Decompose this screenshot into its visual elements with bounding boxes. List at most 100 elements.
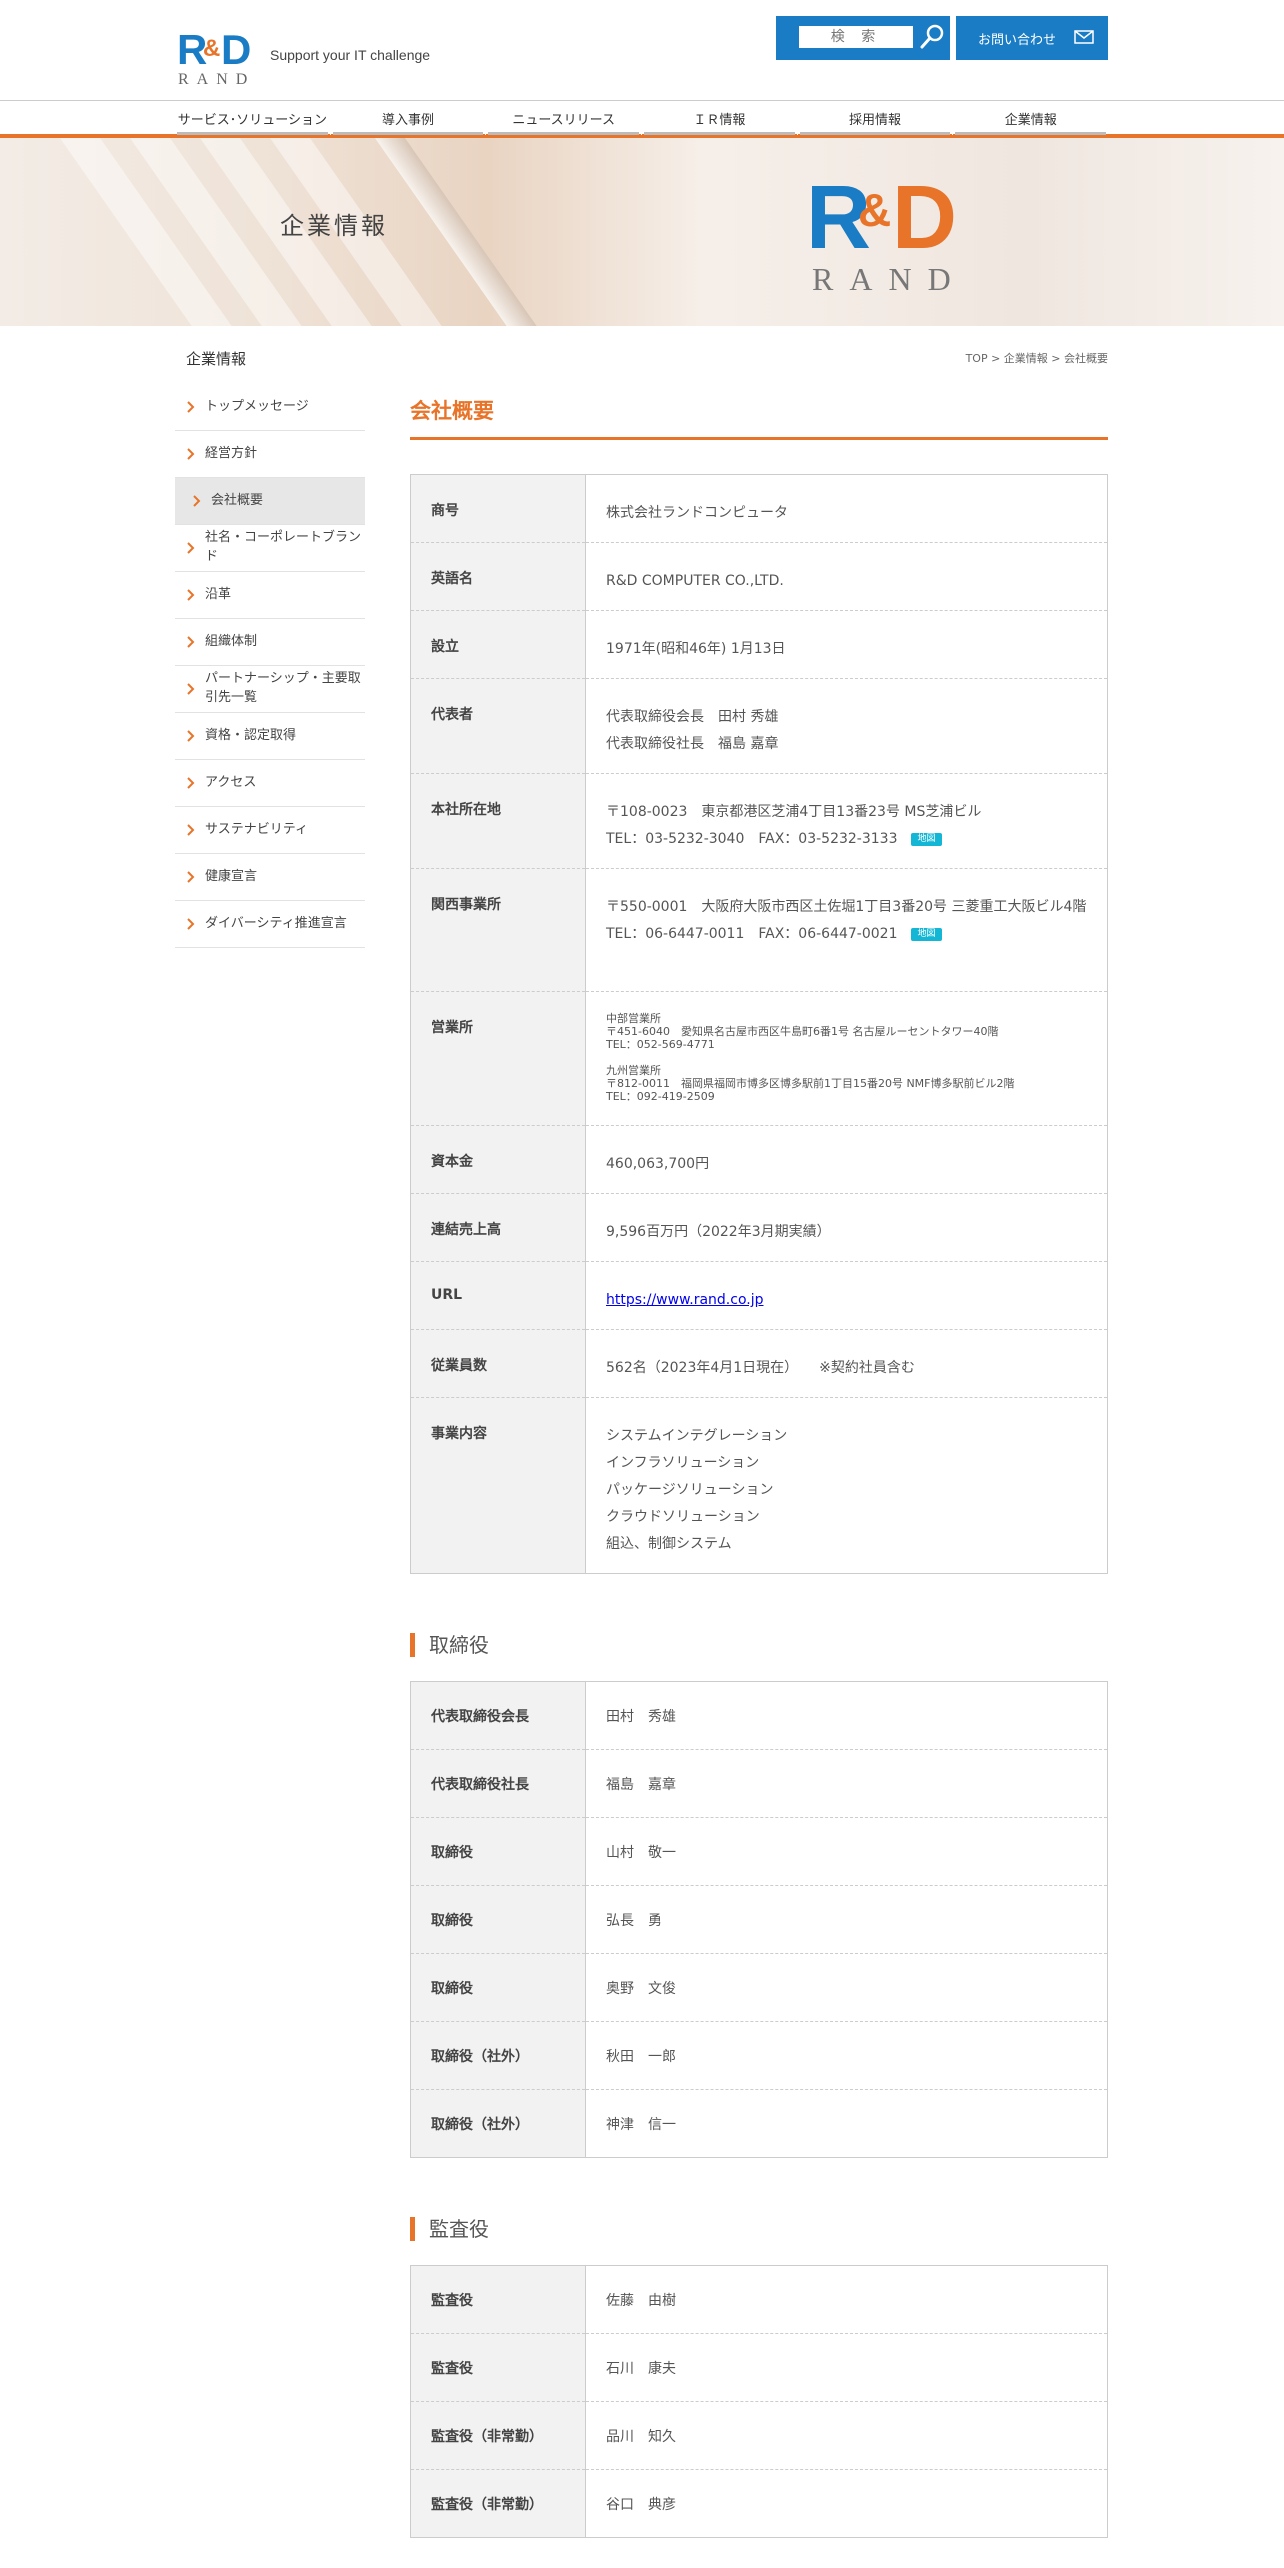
contact-button[interactable]: お問い合わせ [956,16,1108,60]
sidebar-nav: トップメッセージ経営方針会社概要社名・コーポレートブランド 沿革 組織体制 パートナー… [175,384,365,948]
officer-name: 神津 信一 [606,2116,676,2133]
overview-value-line: 562名（2023年4月1日現在） ※契約社員含む [606,1360,915,1376]
sidebar-item-label: 資格・認定取得 [205,727,297,743]
sidebar-item-label: サステナビリティ [205,821,308,837]
sidebar-item-label: トップメッセージ [205,398,309,414]
auditors-row: 監査役 石川 康夫 [410,2333,1108,2402]
chevron-right-icon [187,730,195,742]
page-banner: 企業情報 R & D RAND [0,138,1284,326]
svg-text:RAND: RAND [178,71,255,88]
overview-value-line: 〒108-0023 東京都港区芝浦4丁目13番23号 MS芝浦ビル [606,804,982,820]
sidebar-item[interactable]: ダイバーシティ推進宣言 [175,901,365,948]
overview-label: 本社所在地 [410,773,586,869]
overview-value: 1971年(昭和46年) 1月13日 [585,610,1108,679]
nav-item-case-studies[interactable]: 導入事例 [329,101,486,135]
nav-item-recruit[interactable]: 採用情報 [796,101,953,135]
sidebar-item[interactable]: 資格・認定取得 [175,713,365,760]
sidebar-item[interactable]: 組織体制 [175,619,365,666]
officer-role: 代表取締役会長 [410,1681,586,1750]
auditors-row: 監査役（非常勤） 品川 知久 [410,2401,1108,2470]
global-nav: サービス･ソリューション 導入事例 ニュースリリース ＩＲ情報 採用情報 企業情… [0,100,1284,138]
overview-value: システムインテグレーション インフラソリューション パッケージソリューション クラウド… [586,1398,1108,1574]
nav-item-company[interactable]: 企業情報 [952,101,1108,135]
svg-text:D: D [892,168,957,268]
overview-row: 英語名 R&D COMPUTER CO.,LTD. [410,542,1108,611]
map-link[interactable]: 地図 [911,927,942,941]
page-title: 会社概要 [410,390,1108,440]
nav-item-news[interactable]: ニュースリリース [485,101,641,135]
search-input[interactable] [799,26,913,48]
overview-value-line: 〒451-6040 愛知県名古屋市西区牛島町6番1号 名古屋ルーセントタワー40… [606,1025,999,1038]
sidebar-item-label: 会社概要 [211,492,264,508]
overview-value-line: クラウドソリューション [606,1509,760,1525]
overview-value-line: 1971年(昭和46年) 1月13日 [606,641,786,657]
sidebar-item[interactable]: 会社概要 [175,478,365,525]
officer-role: 監査役 [410,2333,586,2402]
nav-item-services[interactable]: サービス･ソリューション [175,101,330,135]
company-overview-table: 商号 株式会社ランドコンピュータ 英語名 R&D COMPUTER CO.,LTD. 設… [410,474,1108,1574]
nav-item-ir[interactable]: ＩＲ情報 [641,101,797,135]
svg-text:&: & [858,184,891,236]
overview-value-line: 中部営業所 [606,1012,661,1025]
sidebar-item[interactable]: 経営方針 [175,431,365,478]
overview-row: 本社所在地 〒108-0023 東京都港区芝浦4丁目13番23号 MS芝浦ビル TE… [410,773,1108,869]
sidebar-item[interactable]: トップメッセージ [175,384,365,431]
search-icon[interactable] [917,22,947,52]
overview-label: 代表者 [410,678,586,774]
overview-value-line: 460,063,700円 [606,1156,710,1172]
sidebar-item[interactable]: 沿革 [175,572,365,619]
overview-row: 連結売上高 9,596百万円（2022年3月期実績） [410,1193,1108,1262]
sidebar-item[interactable]: 社名・コーポレートブランド [175,525,365,572]
officer-role: 取締役 [410,1953,586,2022]
overview-label: 連結売上高 [410,1193,586,1262]
overview-value-line: 〒812-0011 福岡県福岡市博多区博多駅前1丁目15番20号 NMF博多駅前… [606,1077,1015,1090]
directors-row: 取締役 弘長 勇 [410,1885,1108,1954]
overview-row: 設立 1971年(昭和46年) 1月13日 [410,610,1108,679]
contact-button-label: お問い合わせ [978,32,1057,48]
sidebar-item[interactable]: アクセス [175,760,365,807]
officer-name: 秋田 一郎 [585,2021,1108,2090]
officer-role: 取締役（社外） [410,2021,586,2090]
overview-row: 営業所 中部営業所 〒451-6040 愛知県名古屋市西区牛島町6番1号 名古屋ルー… [410,991,1108,1126]
directors-row: 取締役 山村 敬一 [410,1817,1108,1886]
overview-label: 関西事業所 [410,868,586,992]
overview-value: 562名（2023年4月1日現在） ※契約社員含む [585,1329,1108,1398]
main-content: 会社概要 商号 株式会社ランドコンピュータ 英語名 R&D COMPUTER CO.,… [410,390,1108,2538]
overview-value: 460,063,700円 [585,1125,1108,1194]
website-link[interactable]: https://www.rand.co.jp [606,1292,764,1308]
overview-row: 事業内容 システムインテグレーション インフラソリューション パッケージソリューション… [410,1397,1108,1574]
sidebar-item[interactable]: パートナーシップ・主要取引先一覧 [175,666,365,713]
officer-role: 監査役（非常勤） [410,2469,586,2538]
officer-name: 石川 康夫 [585,2333,1108,2402]
directors-row: 取締役 奥野 文俊 [410,1953,1108,2022]
overview-value-text: TEL：03-5232-3040 FAX：03-5232-3133 [606,831,898,847]
overview-row: URL https://www.rand.co.jp [410,1261,1108,1330]
directors-row: 代表取締役社長 福島 嘉章 [410,1749,1108,1818]
overview-value-line: 9,596百万円（2022年3月期実績） [606,1224,831,1240]
map-link[interactable]: 地図 [911,832,942,846]
sidebar-item-label: ダイバーシティ推進宣言 [205,915,347,931]
chevron-right-icon [193,495,201,507]
officer-name: 品川 知久 [585,2401,1108,2470]
overview-value-line: R&D COMPUTER CO.,LTD. [606,573,784,589]
directors-heading: 取締役 [410,1633,1108,1657]
overview-value: 代表取締役会長 田村 秀雄 代表取締役社長 福島 嘉章 [585,678,1108,774]
officer-name: 福島 嘉章 [585,1749,1108,1818]
overview-value-line: TEL：03-5232-3040 FAX：03-5232-3133 地図 [606,826,1087,853]
overview-value-line: 九州営業所 [606,1064,661,1077]
overview-row: 従業員数 562名（2023年4月1日現在） ※契約社員含む [410,1329,1108,1398]
overview-row: 関西事業所 〒550-0001 大阪府大阪市西区土佐堀1丁目3番20号 三菱重工大… [410,868,1108,992]
company-logo[interactable]: R & D RAND [175,26,265,88]
breadcrumb[interactable]: TOP > 企業情報 > 会社概要 [966,350,1108,366]
sidebar-item[interactable]: 健康宣言 [175,854,365,901]
chevron-right-icon [187,777,195,789]
overview-label: 営業所 [410,991,586,1126]
banner-title: 企業情報 [280,212,388,240]
sidebar-item[interactable]: サステナビリティ [175,807,365,854]
svg-text:RAND: RAND [812,261,967,297]
chevron-right-icon [187,542,195,554]
overview-label: 従業員数 [410,1329,586,1398]
tagline: Support your IT challenge [270,47,431,63]
chevron-right-icon [187,871,195,883]
directors-row: 取締役（社外） 秋田 一郎 [410,2021,1108,2090]
